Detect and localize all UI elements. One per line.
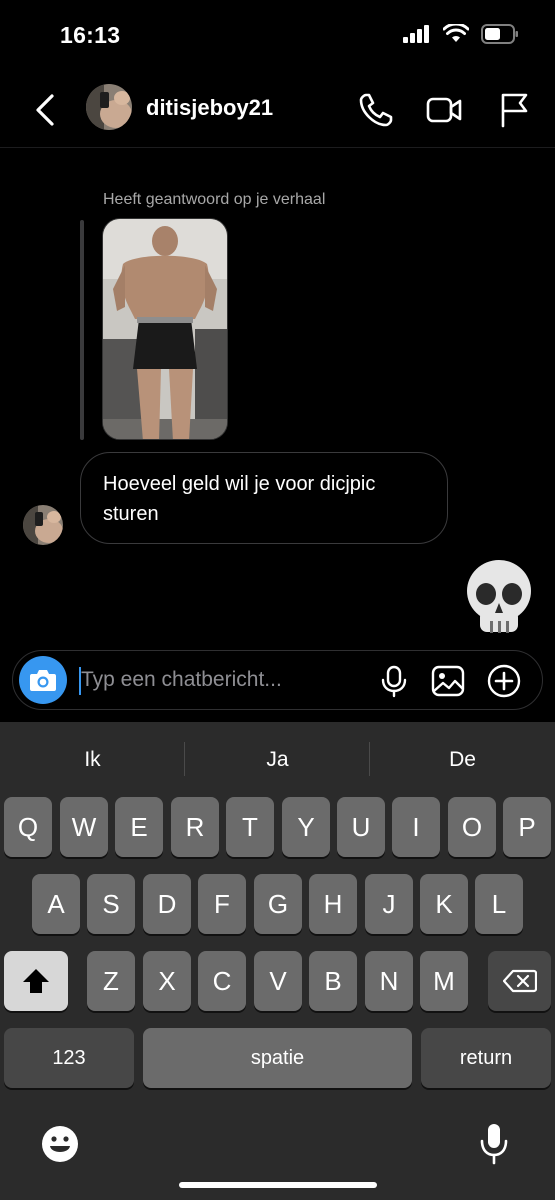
key-i[interactable]: I [392, 797, 440, 857]
dictation-mic-icon[interactable] [478, 1122, 510, 1166]
backspace-icon [502, 969, 537, 993]
keyboard: Ik Ja De Q W E R T Y U I O P A S D F G H… [0, 722, 555, 1200]
skull-emoji-icon[interactable] [463, 558, 535, 638]
sender-avatar[interactable] [23, 505, 63, 545]
emoji-icon[interactable] [40, 1124, 80, 1164]
chat-header: ditisjeboy21 [0, 72, 555, 148]
key-t[interactable]: T [226, 797, 274, 857]
key-u[interactable]: U [337, 797, 385, 857]
gallery-icon[interactable] [431, 664, 465, 698]
suggestion-divider [369, 742, 370, 776]
suggestion-item[interactable]: Ik [0, 738, 185, 782]
key-c[interactable]: C [198, 951, 246, 1011]
key-a[interactable]: A [32, 874, 80, 934]
shift-key[interactable] [4, 951, 68, 1011]
shift-arrow-icon [23, 969, 49, 993]
numbers-key[interactable]: 123 [4, 1028, 134, 1088]
key-o[interactable]: O [448, 797, 496, 857]
key-h[interactable]: H [309, 874, 357, 934]
key-k[interactable]: K [420, 874, 468, 934]
status-icons [403, 24, 519, 44]
battery-icon [481, 24, 518, 44]
back-arrow-icon[interactable] [30, 92, 60, 128]
phone-icon[interactable] [356, 90, 396, 130]
home-indicator [179, 1182, 377, 1188]
status-bar: 16:13 [0, 0, 555, 72]
key-b[interactable]: B [309, 951, 357, 1011]
return-key[interactable]: return [421, 1028, 551, 1088]
key-p[interactable]: P [503, 797, 551, 857]
key-z[interactable]: Z [87, 951, 135, 1011]
status-time: 16:13 [60, 22, 121, 48]
key-e[interactable]: E [115, 797, 163, 857]
story-thumbnail[interactable] [102, 218, 228, 440]
key-q[interactable]: Q [4, 797, 52, 857]
camera-icon [30, 670, 56, 691]
backspace-key[interactable] [488, 951, 551, 1011]
microphone-icon[interactable] [377, 664, 411, 698]
message-composer [12, 650, 543, 710]
video-call-icon[interactable] [424, 90, 464, 130]
key-s[interactable]: S [87, 874, 135, 934]
cellular-signal-icon [403, 25, 429, 43]
suggestion-bar: Ik Ja De [0, 738, 555, 782]
message-bubble[interactable]: Hoeveel geld wil je voor dicjpic sturen [80, 452, 448, 544]
key-v[interactable]: V [254, 951, 302, 1011]
plus-circle-icon[interactable] [487, 664, 521, 698]
key-y[interactable]: Y [282, 797, 330, 857]
chat-username[interactable]: ditisjeboy21 [146, 95, 273, 121]
suggestion-item[interactable]: Ja [185, 738, 370, 782]
key-r[interactable]: R [171, 797, 219, 857]
suggestion-divider [184, 742, 185, 776]
suggestion-item[interactable]: De [370, 738, 555, 782]
key-m[interactable]: M [420, 951, 468, 1011]
key-n[interactable]: N [365, 951, 413, 1011]
key-l[interactable]: L [475, 874, 523, 934]
space-key[interactable]: spatie [143, 1028, 412, 1088]
message-input[interactable] [81, 663, 361, 697]
flag-icon[interactable] [494, 90, 534, 130]
key-w[interactable]: W [60, 797, 108, 857]
story-reply-label: Heeft geantwoord op je verhaal [103, 191, 326, 208]
key-j[interactable]: J [365, 874, 413, 934]
wifi-icon [443, 24, 469, 42]
key-x[interactable]: X [143, 951, 191, 1011]
key-d[interactable]: D [143, 874, 191, 934]
key-g[interactable]: G [254, 874, 302, 934]
key-f[interactable]: F [198, 874, 246, 934]
reply-quote-bar [80, 220, 84, 440]
camera-button[interactable] [19, 656, 67, 704]
avatar[interactable] [86, 84, 132, 130]
